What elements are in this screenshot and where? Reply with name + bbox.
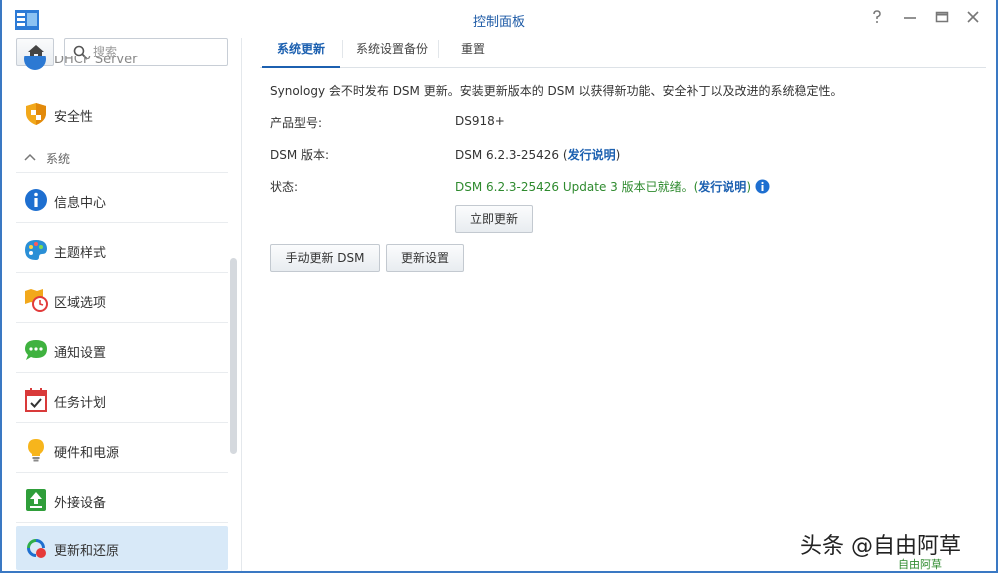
chat-bubble-icon bbox=[25, 340, 47, 360]
tab-separator bbox=[438, 40, 439, 58]
update-restore-icon bbox=[27, 539, 46, 558]
palette-icon bbox=[25, 240, 47, 260]
minimize-icon[interactable] bbox=[901, 10, 919, 28]
calendar-check-icon bbox=[25, 388, 47, 412]
dhcp-server-icon bbox=[24, 56, 46, 70]
external-device-icon bbox=[26, 489, 46, 511]
watermark-sub: 自由阿草 bbox=[898, 558, 942, 571]
tab-separator bbox=[342, 40, 343, 58]
sidebar-item-region[interactable]: 区域选项 bbox=[16, 278, 228, 322]
tab-system-update[interactable]: 系统更新 bbox=[262, 38, 340, 68]
info-icon[interactable] bbox=[755, 179, 770, 194]
divider bbox=[16, 172, 228, 173]
tab-settings-backup[interactable]: 系统设置备份 bbox=[346, 38, 438, 68]
divider bbox=[16, 322, 228, 323]
model-label: 产品型号: bbox=[270, 116, 323, 130]
dsm-version-row: DSM 6.2.3-25426 (发行说明) bbox=[455, 146, 620, 163]
sidebar-item-notification[interactable]: 通知设置 bbox=[16, 328, 228, 372]
divider bbox=[16, 472, 228, 473]
sidebar-item-label: 外接设备 bbox=[54, 496, 107, 511]
sidebar: DHCP Server 安全性 系统 bbox=[2, 38, 242, 571]
info-icon bbox=[25, 189, 47, 211]
sidebar-item-label: 硬件和电源 bbox=[54, 446, 120, 461]
update-now-button[interactable]: 立即更新 bbox=[455, 205, 533, 233]
title-bar[interactable]: 控制面板 bbox=[2, 0, 996, 38]
sidebar-item-label: 安全性 bbox=[54, 110, 94, 125]
shield-icon bbox=[26, 103, 46, 125]
main-panel: 系统更新 系统设置备份 重置 Synology 会不时发布 DSM 更新。安装更… bbox=[244, 38, 996, 571]
sidebar-item-security[interactable]: 安全性 bbox=[16, 92, 228, 136]
region-clock-icon bbox=[25, 289, 48, 312]
sidebar-item-label: 区域选项 bbox=[54, 296, 107, 311]
manual-update-dsm-button[interactable]: 手动更新 DSM bbox=[270, 244, 380, 272]
dsm-version-label: DSM 版本: bbox=[270, 148, 330, 162]
sidebar-item-hardware-power[interactable]: 硬件和电源 bbox=[16, 428, 228, 472]
divider bbox=[16, 272, 228, 273]
lightbulb-icon bbox=[28, 439, 44, 462]
status-label: 状态: bbox=[270, 180, 299, 194]
section-system[interactable]: 系统 bbox=[16, 146, 228, 172]
sidebar-item-label: 更新和还原 bbox=[54, 544, 120, 559]
help-icon[interactable] bbox=[868, 10, 886, 28]
update-description: Synology 会不时发布 DSM 更新。安装更新版本的 DSM 以获得新功能… bbox=[270, 84, 843, 98]
maximize-icon[interactable] bbox=[933, 10, 951, 28]
divider bbox=[16, 222, 228, 223]
sidebar-item-dhcp-server[interactable]: DHCP Server bbox=[24, 56, 224, 74]
sidebar-item-task-scheduler[interactable]: 任务计划 bbox=[16, 378, 228, 422]
status-value: DSM 6.2.3-25426 Update 3 版本已就绪。( bbox=[455, 180, 699, 194]
sidebar-item-label: 通知设置 bbox=[54, 346, 107, 361]
status-row: DSM 6.2.3-25426 Update 3 版本已就绪。(发行说明) bbox=[455, 178, 770, 195]
section-label: 系统 bbox=[46, 152, 71, 166]
sidebar-item-external-devices[interactable]: 外接设备 bbox=[16, 478, 228, 522]
sidebar-item-label: 主题样式 bbox=[54, 246, 107, 261]
tab-reset[interactable]: 重置 bbox=[444, 38, 502, 68]
release-notes-link[interactable]: 发行说明 bbox=[568, 148, 616, 162]
divider bbox=[16, 372, 228, 373]
close-paren: ) bbox=[615, 148, 621, 162]
sidebar-item-label: 信息中心 bbox=[54, 196, 107, 211]
sidebar-item-label: 任务计划 bbox=[54, 396, 107, 411]
model-value: DS918+ bbox=[455, 114, 505, 128]
status-close-paren: ) bbox=[746, 180, 751, 194]
dsm-version-value: DSM 6.2.3-25426 ( bbox=[455, 148, 568, 162]
divider bbox=[16, 522, 228, 523]
tab-bar: 系统更新 系统设置备份 重置 bbox=[260, 38, 986, 68]
window-title: 控制面板 bbox=[472, 15, 525, 30]
update-settings-button[interactable]: 更新设置 bbox=[386, 244, 464, 272]
status-release-notes-link[interactable]: 发行说明 bbox=[698, 180, 746, 194]
sidebar-item-theme[interactable]: 主题样式 bbox=[16, 228, 228, 272]
close-icon[interactable] bbox=[964, 10, 982, 28]
control-panel-window: 控制面板 DHCP bbox=[0, 0, 998, 573]
sidebar-scrollbar[interactable] bbox=[230, 258, 237, 454]
divider bbox=[16, 422, 228, 423]
chevron-up-icon bbox=[24, 153, 36, 161]
sidebar-item-info-center[interactable]: 信息中心 bbox=[16, 178, 228, 222]
sidebar-item-update-restore[interactable]: 更新和还原 bbox=[16, 526, 228, 570]
sidebar-item-label: DHCP Server bbox=[54, 56, 138, 67]
